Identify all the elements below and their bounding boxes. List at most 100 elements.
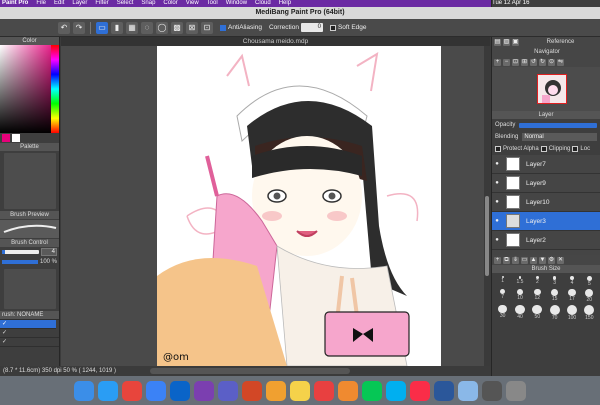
brush-size-option[interactable]: 7: [500, 288, 506, 303]
horizontal-scrollbar[interactable]: [150, 368, 350, 374]
actual-size-icon[interactable]: ⊞: [521, 58, 528, 66]
correction-input[interactable]: 0: [300, 23, 323, 32]
brush-size-option[interactable]: 50: [532, 304, 543, 321]
brush-size-option[interactable]: 15: [551, 288, 559, 303]
delete-layer-icon[interactable]: ✕: [557, 256, 564, 264]
menu-tool[interactable]: Tool: [207, 0, 218, 7]
brush-size-option[interactable]: 12: [534, 288, 541, 303]
folder-icon[interactable]: ▨: [503, 38, 510, 46]
merge-layer-icon[interactable]: ⇓: [512, 256, 519, 264]
lasso-icon[interactable]: ◌: [141, 21, 153, 34]
grid-icon[interactable]: ▦: [126, 21, 138, 34]
size-value[interactable]: 4: [41, 248, 57, 256]
soft-edge-checkbox[interactable]: Soft Edge: [329, 24, 367, 31]
eye-icon[interactable]: ●: [492, 199, 502, 205]
eye-icon[interactable]: ●: [492, 161, 502, 167]
vertical-scrollbar[interactable]: [484, 46, 490, 366]
layer-row-selected[interactable]: ● Layer3: [492, 212, 600, 231]
new-layer-icon[interactable]: +: [494, 256, 501, 264]
move-up-icon[interactable]: ▲: [530, 256, 537, 264]
menu-window[interactable]: Window: [226, 0, 247, 7]
finder-app-icon[interactable]: [74, 380, 94, 401]
line-app-icon[interactable]: [362, 380, 382, 401]
outlook-app-icon[interactable]: [170, 380, 190, 401]
rotate-left-icon[interactable]: ↺: [530, 58, 537, 66]
document-tab[interactable]: Chousama meido.mdp: [61, 37, 490, 46]
protect-alpha-checkbox[interactable]: [495, 146, 501, 152]
reminders-app-icon[interactable]: [338, 380, 358, 401]
clipping-checkbox[interactable]: [540, 146, 547, 152]
image-icon[interactable]: ▣: [512, 38, 519, 46]
skype-app-icon[interactable]: [386, 380, 406, 401]
eye-icon[interactable]: ●: [492, 237, 502, 243]
zoom-in-icon[interactable]: +: [494, 58, 501, 66]
lock-checkbox[interactable]: [572, 146, 579, 152]
brush-size-option[interactable]: 10: [517, 288, 523, 303]
reset-icon[interactable]: ⊙: [548, 58, 555, 66]
folder-layer-icon[interactable]: ▭: [521, 256, 528, 264]
color-picker[interactable]: [0, 45, 59, 133]
rotate-right-icon[interactable]: ↻: [539, 58, 546, 66]
primary-color-swatch[interactable]: [2, 134, 10, 142]
trash-app-icon[interactable]: [506, 380, 526, 401]
ellipse-icon[interactable]: ◯: [156, 21, 168, 34]
antialias-checkbox[interactable]: AntiAliasing: [220, 24, 262, 31]
safari-app-icon[interactable]: [98, 380, 118, 401]
navigator-preview[interactable]: [492, 67, 600, 111]
hatch-icon[interactable]: ▩: [171, 21, 183, 34]
menu-file[interactable]: File: [36, 0, 46, 7]
menu-color[interactable]: Color: [163, 0, 177, 7]
menu-select[interactable]: Select: [117, 0, 134, 7]
zoom-out-icon[interactable]: −: [503, 58, 510, 66]
mail-app-icon[interactable]: [146, 380, 166, 401]
powerpoint-app-icon[interactable]: [242, 380, 262, 401]
brush-opacity-slider[interactable]: 100 %: [0, 257, 59, 267]
calendar-app-icon[interactable]: [314, 380, 334, 401]
open-icon[interactable]: ▤: [494, 38, 501, 46]
secondary-color-swatch[interactable]: [12, 134, 20, 142]
onenote-app-icon[interactable]: [194, 380, 214, 401]
chrome-app-icon[interactable]: [122, 380, 142, 401]
undo-icon[interactable]: ↶: [58, 21, 70, 34]
hue-slider[interactable]: [51, 45, 59, 133]
layer-row[interactable]: ● Layer7: [492, 155, 600, 174]
preview-app-icon[interactable]: [458, 380, 478, 401]
menu-snap[interactable]: Snap: [141, 0, 155, 7]
eye-icon[interactable]: ●: [492, 218, 502, 224]
menu-layer[interactable]: Layer: [72, 0, 87, 7]
brush-size-option[interactable]: 1: [501, 276, 504, 287]
clear-icon[interactable]: ⊠: [186, 21, 198, 34]
brush-size-option[interactable]: 70: [549, 304, 560, 321]
brush-size-option[interactable]: 1.5: [517, 276, 523, 287]
menu-view[interactable]: View: [186, 0, 199, 7]
fit-icon[interactable]: ⊡: [512, 58, 519, 66]
brush-size-option[interactable]: 17: [568, 288, 576, 303]
palette-area[interactable]: [4, 153, 56, 209]
layer-row[interactable]: ● Layer2: [492, 231, 600, 250]
brush-size-option[interactable]: 4: [569, 276, 575, 287]
word-app-icon[interactable]: [434, 380, 454, 401]
notes-app-icon[interactable]: [290, 380, 310, 401]
photos-app-icon[interactable]: [266, 380, 286, 401]
brush-size-option[interactable]: 30: [498, 304, 507, 321]
move-down-icon[interactable]: ▼: [539, 256, 546, 264]
select-tool-icon[interactable]: ▭: [96, 21, 108, 34]
scroll-thumb[interactable]: [485, 196, 489, 276]
menu-filter[interactable]: Filter: [95, 0, 108, 7]
pen-app-icon[interactable]: [482, 380, 502, 401]
menu-edit[interactable]: Edit: [54, 0, 64, 7]
brush-item[interactable]: ✓: [0, 338, 59, 347]
crop-icon[interactable]: ⊡: [201, 21, 213, 34]
menu-cloud[interactable]: Cloud: [255, 0, 271, 7]
brush-size-option[interactable]: 3: [552, 276, 557, 287]
blending-select[interactable]: Normal: [522, 133, 597, 141]
eye-icon[interactable]: ●: [492, 180, 502, 186]
opacity-track[interactable]: [2, 260, 38, 264]
app-menu[interactable]: Paint Pro: [2, 0, 28, 7]
layer-row[interactable]: ● Layer10: [492, 193, 600, 212]
brush-size-option[interactable]: 40: [515, 304, 525, 321]
brush-size-option[interactable]: 100: [566, 304, 577, 321]
drawing-canvas[interactable]: @om: [157, 46, 441, 366]
layer-opacity-slider[interactable]: [519, 122, 597, 128]
brush-size-option[interactable]: 20: [585, 288, 594, 303]
